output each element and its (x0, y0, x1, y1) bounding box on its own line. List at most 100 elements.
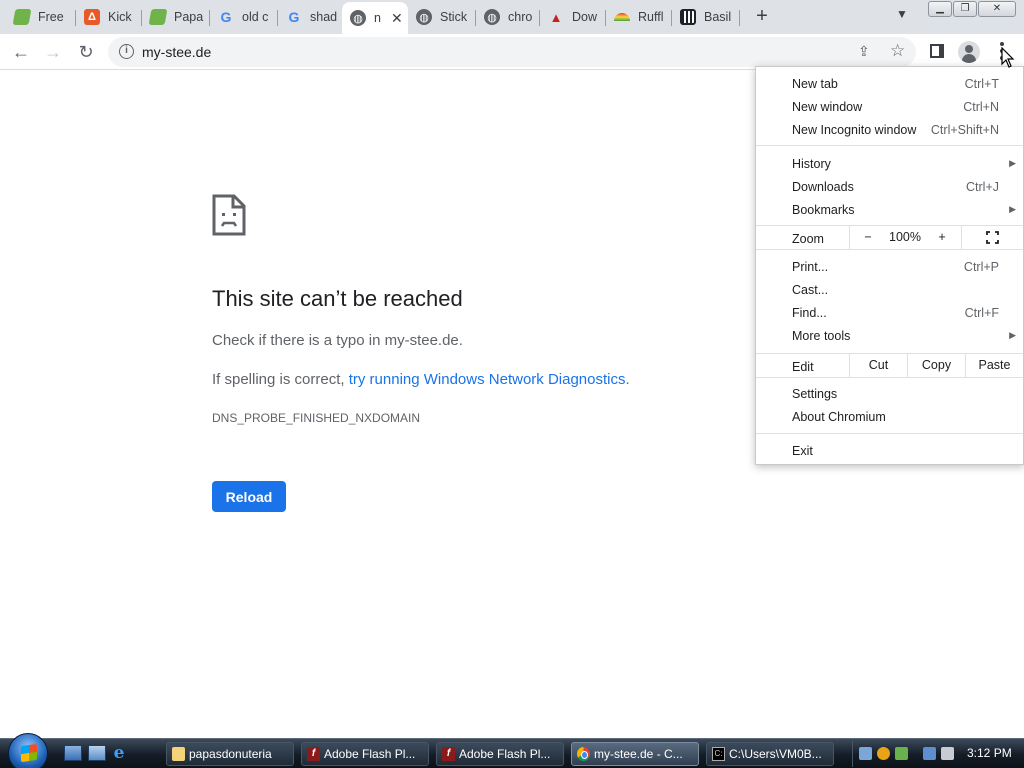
menu-label: New tab (792, 77, 838, 91)
zoom-out-button[interactable]: − (856, 226, 880, 249)
tab-active[interactable]: ◍ n ✕ (342, 2, 408, 34)
tab-title: Basil (704, 10, 732, 24)
menu-item-print[interactable]: Print... Ctrl+P (756, 255, 1023, 278)
menu-item-new-window[interactable]: New window Ctrl+N (756, 95, 1023, 118)
menu-label: New window (792, 100, 863, 114)
switch-windows-icon[interactable] (88, 745, 106, 761)
bookmark-star-icon[interactable]: ☆ (890, 41, 905, 61)
menu-separator (756, 433, 1023, 434)
tab-title: Kick (108, 10, 132, 24)
address-bar[interactable]: i my-stee.de ⇪ ☆ (108, 37, 916, 67)
back-arrow-icon[interactable]: ← (9, 40, 33, 64)
url-text[interactable]: my-stee.de (142, 44, 211, 60)
menu-shortcut: Ctrl+Shift+N (930, 123, 999, 137)
error-suggestion-diagnostics: If spelling is correct, try running Wind… (212, 371, 630, 388)
tab-title: Stick (440, 10, 468, 24)
copy-button[interactable]: Copy (908, 354, 965, 377)
tray-update-icon[interactable] (877, 747, 890, 760)
close-window-button[interactable]: ✕ (978, 1, 1016, 17)
close-tab-icon[interactable]: ✕ (391, 10, 403, 27)
tab-1[interactable]: Free (6, 2, 76, 32)
restore-window-button[interactable]: ❐ (953, 1, 977, 17)
menu-label: History (792, 157, 831, 171)
tray-app-icon[interactable] (859, 747, 872, 760)
taskbar-item-flash-1[interactable]: f Adobe Flash Pl... (301, 742, 429, 766)
tab-3[interactable]: Papa (142, 2, 210, 32)
start-button[interactable] (8, 733, 48, 768)
tray-security-icon[interactable] (895, 747, 908, 760)
show-desktop-icon[interactable] (64, 745, 82, 761)
browser-toolbar: ← → ↻ i my-stee.de ⇪ ☆ (0, 34, 1024, 70)
taskbar-item-cmd[interactable]: C: C:\Users\VM0B... (706, 742, 834, 766)
flash-icon: f (307, 747, 320, 761)
menu-shortcut: Ctrl+T (964, 77, 999, 91)
menu-item-settings[interactable]: Settings (756, 382, 1023, 405)
forward-arrow-icon[interactable]: → (41, 40, 65, 64)
menu-label: More tools (792, 329, 851, 343)
menu-item-find[interactable]: Find... Ctrl+F (756, 301, 1023, 324)
tab-5[interactable]: G shad (278, 2, 342, 32)
google-icon: G (220, 9, 232, 25)
submenu-arrow-icon: ▶ (1009, 204, 1016, 214)
menu-label: Exit (792, 444, 813, 458)
network-icon[interactable] (923, 747, 936, 760)
edit-label: Edit (792, 360, 814, 374)
reload-button[interactable]: Reload (212, 481, 286, 512)
folder-icon (172, 747, 185, 761)
flash-icon: f (442, 747, 455, 761)
taskbar-item-flash-2[interactable]: f Adobe Flash Pl... (436, 742, 564, 766)
tab-2[interactable]: Δ Kick (76, 2, 142, 32)
diagnostics-prefix: If spelling is correct, (212, 371, 349, 388)
volume-muted-icon[interactable] (941, 747, 954, 760)
google-icon: G (288, 9, 300, 25)
menu-label: New Incognito window (792, 123, 917, 137)
network-diagnostics-link[interactable]: try running Windows Network Diagnostics (349, 371, 626, 388)
cmd-icon: C: (712, 747, 725, 761)
profile-avatar-icon[interactable] (958, 41, 980, 63)
cut-button[interactable]: Cut (850, 354, 907, 377)
menu-separator (756, 145, 1023, 146)
taskbar-item-folder[interactable]: papasdonuteria (166, 742, 294, 766)
zoom-in-button[interactable]: + (930, 226, 954, 249)
menu-item-exit[interactable]: Exit (756, 439, 1023, 462)
zoom-label: Zoom (792, 232, 824, 246)
tab-4[interactable]: G old c (210, 2, 278, 32)
tab-10[interactable]: Ruffl (606, 2, 672, 32)
reload-icon[interactable]: ↻ (74, 40, 98, 64)
tab-9[interactable]: ▲ Dow (540, 2, 606, 32)
site-info-icon[interactable]: i (119, 44, 134, 59)
tab-11[interactable]: Basil (672, 2, 740, 32)
tab-7[interactable]: ◍ Stick (408, 2, 476, 32)
chrome-app-menu: New tab Ctrl+T New window Ctrl+N New Inc… (755, 66, 1024, 465)
fullscreen-icon[interactable] (986, 231, 999, 244)
tab-search-chevron-icon[interactable]: ▼ (896, 7, 908, 21)
menu-label: Settings (792, 387, 838, 401)
taskbar-item-label: C:\Users\VM0B... (729, 747, 822, 761)
share-icon[interactable]: ⇪ (858, 43, 870, 60)
error-code: DNS_PROBE_FINISHED_NXDOMAIN (212, 411, 421, 425)
paste-button[interactable]: Paste (966, 354, 1023, 377)
papa-icon (12, 9, 32, 25)
car-icon: ▲ (549, 9, 563, 25)
menu-edit-row: Edit Cut Copy Paste (756, 353, 1023, 378)
menu-item-new-incognito-window[interactable]: New Incognito window Ctrl+Shift+N (756, 118, 1023, 141)
submenu-arrow-icon: ▶ (1009, 330, 1016, 340)
menu-item-downloads[interactable]: Downloads Ctrl+J (756, 175, 1023, 198)
clock[interactable]: 3:12 PM (967, 746, 1012, 760)
globe-icon: ◍ (416, 9, 432, 25)
menu-label: Print... (792, 260, 829, 274)
side-panel-icon[interactable] (930, 44, 944, 58)
menu-item-cast[interactable]: Cast... (756, 278, 1023, 301)
taskbar-item-chromium[interactable]: my-stee.de - C... (571, 742, 699, 766)
internet-explorer-icon[interactable]: e (110, 745, 128, 762)
menu-item-about-chromium[interactable]: About Chromium (756, 405, 1023, 428)
new-tab-button[interactable]: + (750, 5, 774, 29)
menu-item-more-tools[interactable]: More tools ▶ (756, 324, 1023, 347)
menu-item-history[interactable]: History ▶ (756, 152, 1023, 175)
menu-item-new-tab[interactable]: New tab Ctrl+T (756, 72, 1023, 95)
basil-icon (680, 9, 696, 25)
minimize-window-button[interactable]: ▁ (928, 1, 952, 17)
taskbar-item-label: my-stee.de - C... (594, 747, 683, 761)
tab-8[interactable]: ◍ chro (476, 2, 540, 32)
menu-item-bookmarks[interactable]: Bookmarks ▶ (756, 198, 1023, 221)
